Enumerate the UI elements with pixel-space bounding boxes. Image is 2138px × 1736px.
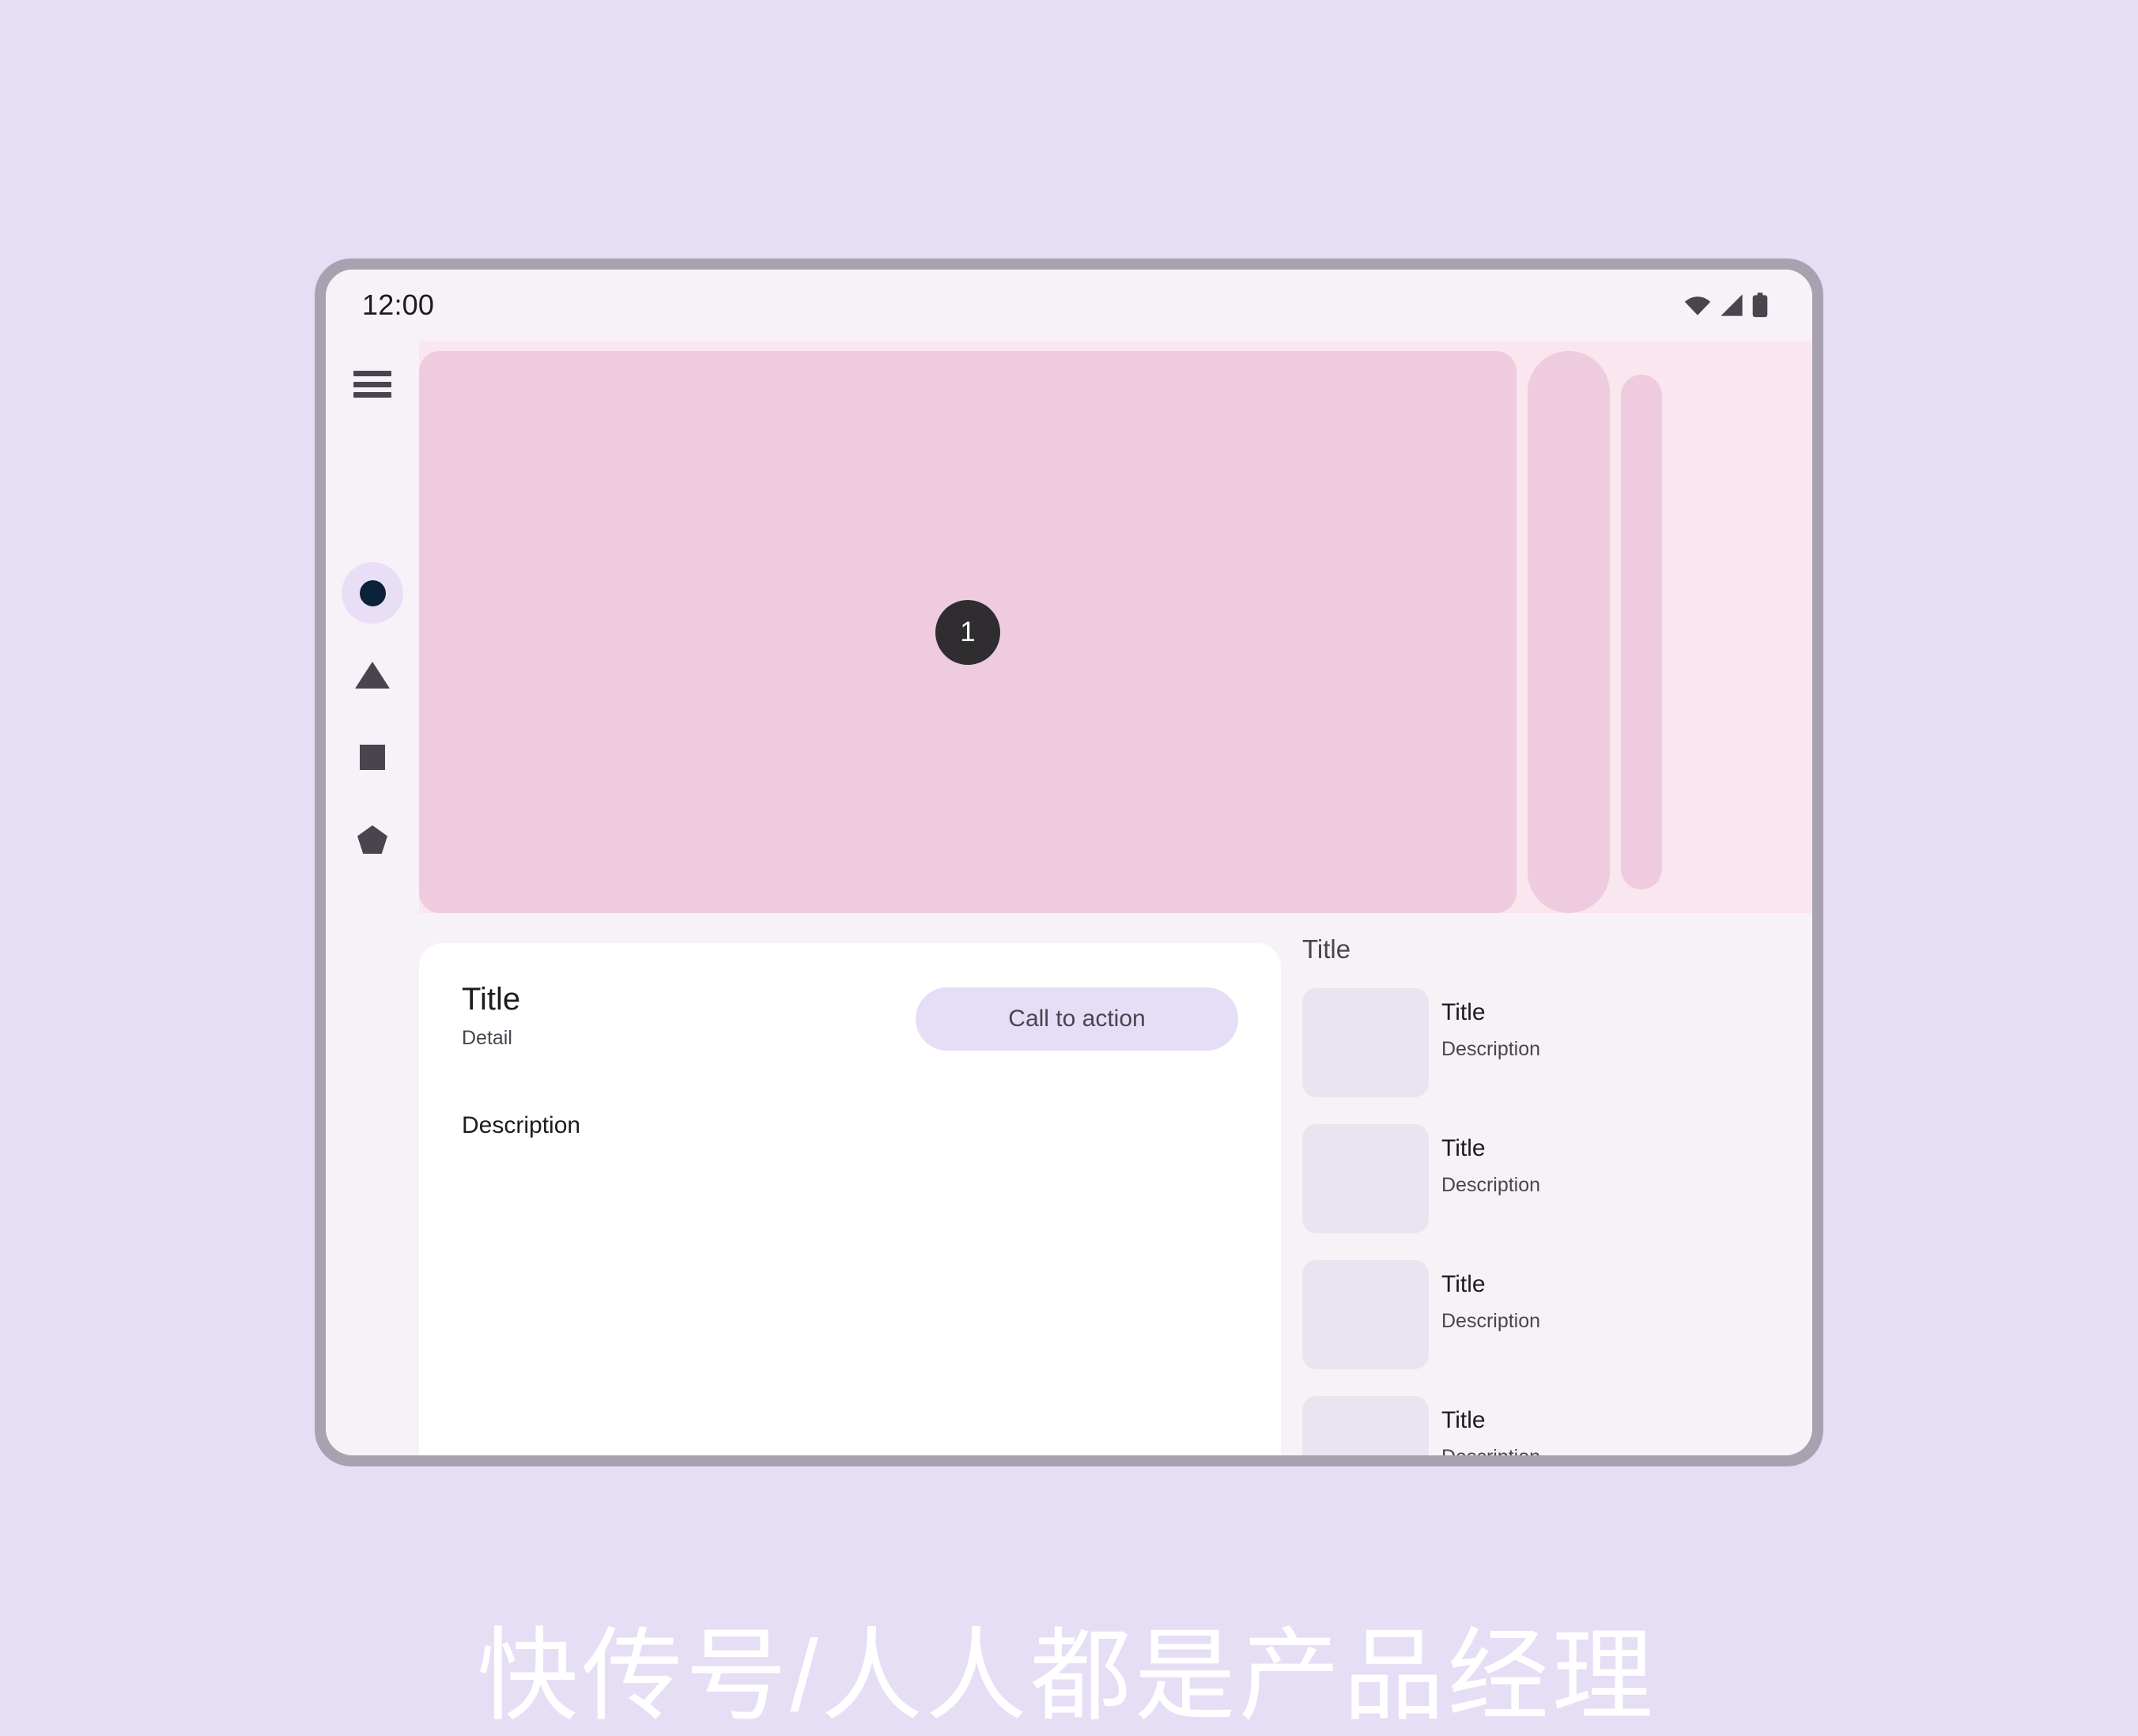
nav-rail-item-circle[interactable]	[342, 562, 403, 624]
navigation-rail-items	[342, 562, 403, 870]
side-list-header: Title	[1302, 934, 1351, 964]
list-item-text: Title Description	[1441, 1124, 1540, 1197]
detail-description: Description	[462, 1112, 581, 1138]
wifi-icon	[1684, 296, 1711, 315]
detail-title: Title	[462, 982, 521, 1017]
side-list-panel: Title Title Description Title Descriptio…	[1281, 913, 1812, 1455]
carousel-track: 1	[419, 351, 1662, 913]
circle-icon	[359, 579, 386, 606]
hamburger-line	[353, 371, 391, 376]
watermark: 快传号/人人都是产品经理	[477, 1620, 1656, 1734]
signal-icon	[1721, 294, 1743, 316]
status-bar: 12:00	[326, 270, 1812, 341]
hero-carousel[interactable]: 1	[419, 341, 1812, 913]
device-frame: 12:00 1 Title Detail Call to action Desc…	[315, 259, 1823, 1466]
square-icon	[360, 745, 385, 770]
list-item[interactable]: Title Description	[1302, 1396, 1812, 1455]
list-item[interactable]: Title Description	[1302, 1124, 1812, 1233]
list-item-description: Description	[1441, 1174, 1541, 1196]
nav-rail-item-triangle[interactable]	[342, 644, 403, 706]
hamburger-menu-icon[interactable]	[353, 371, 391, 398]
list-item-text: Title Description	[1441, 988, 1540, 1061]
call-to-action-button[interactable]: Call to action	[916, 987, 1238, 1051]
list-item-thumbnail	[1302, 988, 1429, 1097]
device-screen: 12:00 1 Title Detail Call to action Desc…	[326, 270, 1812, 1455]
list-item-thumbnail	[1302, 1260, 1429, 1369]
pentagon-icon	[357, 825, 387, 854]
detail-card-header: Title Detail Call to action	[462, 981, 1238, 1051]
detail-card-heading-group: Title Detail	[462, 981, 520, 1050]
list-item-text: Title Description	[1441, 1260, 1540, 1333]
list-item-title: Title	[1441, 1407, 1486, 1433]
list-item-description: Description	[1441, 1038, 1541, 1060]
list-item-thumbnail	[1302, 1124, 1429, 1233]
list-item-text: Title Description	[1441, 1396, 1540, 1455]
list-item-thumbnail	[1302, 1396, 1429, 1455]
status-bar-icons	[1684, 292, 1768, 318]
nav-rail-item-pentagon[interactable]	[342, 809, 403, 870]
list-item-description: Description	[1441, 1446, 1540, 1455]
content-area: Title Detail Call to action Description …	[419, 913, 1812, 1455]
hamburger-line	[353, 392, 391, 398]
nav-rail-item-square[interactable]	[342, 726, 403, 788]
triangle-icon	[355, 662, 390, 689]
battery-icon	[1752, 292, 1768, 318]
navigation-rail	[326, 341, 419, 1455]
list-item-description: Description	[1441, 1310, 1541, 1332]
list-item-title: Title	[1441, 1135, 1486, 1161]
list-item-title: Title	[1441, 1271, 1486, 1297]
list-item[interactable]: Title Description	[1302, 988, 1812, 1097]
detail-subtitle: Detail	[462, 1027, 512, 1049]
list-item[interactable]: Title Description	[1302, 1260, 1812, 1369]
carousel-item-primary[interactable]: 1	[419, 351, 1517, 913]
carousel-item-secondary[interactable]	[1528, 351, 1610, 913]
status-bar-clock: 12:00	[362, 289, 435, 321]
carousel-index-badge: 1	[935, 599, 1000, 665]
carousel-item-tertiary[interactable]	[1621, 375, 1662, 889]
list-item-title: Title	[1441, 999, 1486, 1025]
detail-card: Title Detail Call to action Description	[419, 943, 1281, 1455]
hamburger-line	[353, 381, 391, 387]
